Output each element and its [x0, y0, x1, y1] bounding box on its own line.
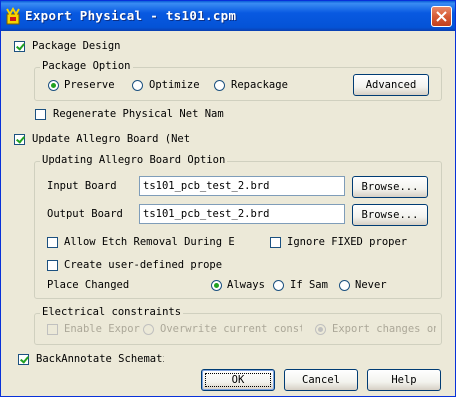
electrical-constraints-legend: Electrical constraints [40, 306, 184, 318]
allow-etch-removal-label[interactable]: Allow Etch Removal During E [64, 236, 235, 248]
package-option-legend: Package Option [40, 60, 133, 72]
if-same-radio[interactable] [273, 280, 284, 291]
always-label[interactable]: Always [227, 279, 265, 291]
ignore-fixed-checkbox[interactable] [270, 237, 281, 248]
enable-export-checkbox[interactable] [47, 324, 58, 335]
advanced-button[interactable]: Advanced [353, 74, 429, 96]
export-changes-label[interactable]: Export changes on [332, 323, 436, 335]
input-browse-button[interactable]: Browse... [352, 176, 428, 198]
window-title: Export Physical - ts101.cpm [25, 8, 237, 23]
output-board-label: Output Board [47, 208, 123, 220]
backannotate-label[interactable]: BackAnnotate Schemati [36, 353, 164, 365]
input-board-label: Input Board [47, 180, 117, 192]
ignore-fixed-label[interactable]: Ignore FIXED proper [287, 236, 407, 248]
update-allegro-board-label[interactable]: Update Allegro Board (Net [32, 133, 190, 145]
export-physical-dialog: Export Physical - ts101.cpm Package Desi… [0, 0, 456, 397]
create-user-defined-checkbox[interactable] [47, 260, 58, 271]
allow-etch-removal-checkbox[interactable] [47, 237, 58, 248]
updating-board-option-legend: Updating Allegro Board Option [40, 154, 228, 166]
preserve-radio[interactable] [48, 80, 59, 91]
never-label[interactable]: Never [355, 279, 387, 291]
close-button[interactable] [431, 6, 452, 27]
optimize-radio[interactable] [132, 80, 143, 91]
always-radio[interactable] [211, 280, 222, 291]
preserve-label[interactable]: Preserve [64, 79, 115, 91]
close-icon [436, 11, 447, 22]
regenerate-net-names-label[interactable]: Regenerate Physical Net Nam [53, 108, 224, 120]
output-board-field[interactable]: ts101_pcb_test_2.brd [139, 204, 345, 224]
optimize-label[interactable]: Optimize [149, 79, 200, 91]
title-bar[interactable]: Export Physical - ts101.cpm [1, 1, 455, 31]
enable-export-label[interactable]: Enable Expor [64, 323, 140, 335]
export-changes-radio[interactable] [315, 324, 326, 335]
ok-button[interactable]: OK [201, 369, 275, 391]
repackage-radio[interactable] [214, 80, 225, 91]
regenerate-net-names-checkbox[interactable] [35, 109, 46, 120]
place-changed-label: Place Changed [47, 279, 130, 291]
package-design-label[interactable]: Package Design [32, 40, 121, 52]
create-user-defined-label[interactable]: Create user-defined prope [64, 259, 222, 271]
input-board-field[interactable]: ts101_pcb_test_2.brd [139, 176, 345, 196]
output-browse-button[interactable]: Browse... [352, 204, 428, 226]
if-same-label[interactable]: If Sam [290, 279, 328, 291]
update-allegro-board-checkbox[interactable] [14, 134, 25, 145]
help-button[interactable]: Help [367, 369, 441, 391]
backannotate-checkbox[interactable] [18, 354, 29, 365]
cancel-button[interactable]: Cancel [284, 369, 358, 391]
overwrite-constraints-label[interactable]: Overwrite current constr [160, 323, 302, 335]
overwrite-constraints-radio[interactable] [143, 324, 154, 335]
never-radio[interactable] [339, 280, 350, 291]
repackage-label[interactable]: Repackage [231, 79, 288, 91]
app-icon [6, 7, 20, 25]
package-design-checkbox[interactable] [14, 41, 25, 52]
